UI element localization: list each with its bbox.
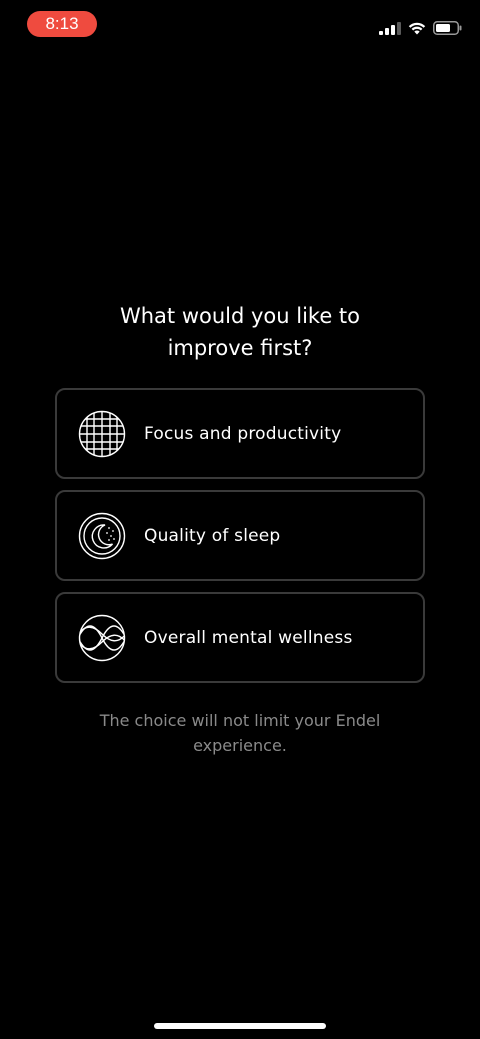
status-bar: 8:13 [0,0,480,50]
option-label: Focus and productivity [144,423,342,444]
choice-note-line-2: experience. [193,736,287,755]
option-label: Quality of sleep [144,525,281,546]
option-overall-mental-wellness[interactable]: Overall mental wellness [55,592,425,683]
battery-icon [433,21,462,35]
waves-circle-icon [78,614,126,662]
choice-note: The choice will not limit your Endel exp… [90,708,390,758]
page-title: What would you like to improve first? [0,300,480,364]
cellular-signal-icon [379,21,401,35]
page-title-line-1: What would you like to [119,304,361,328]
wifi-icon [408,22,426,35]
option-quality-of-sleep[interactable]: Quality of sleep [55,490,425,581]
status-time[interactable]: 8:13 [27,11,97,37]
option-label: Overall mental wellness [144,627,353,648]
option-focus-and-productivity[interactable]: Focus and productivity [55,388,425,479]
grid-sphere-icon [78,410,126,458]
moon-stars-icon [78,512,126,560]
home-indicator[interactable] [154,1023,326,1029]
status-time-text: 8:13 [45,14,79,33]
status-icons [379,18,462,38]
options-list: Focus and productivity Quality of sleep [55,388,425,694]
page-title-line-2: improve first? [167,336,313,360]
choice-note-line-1: The choice will not limit your Endel [99,711,381,730]
